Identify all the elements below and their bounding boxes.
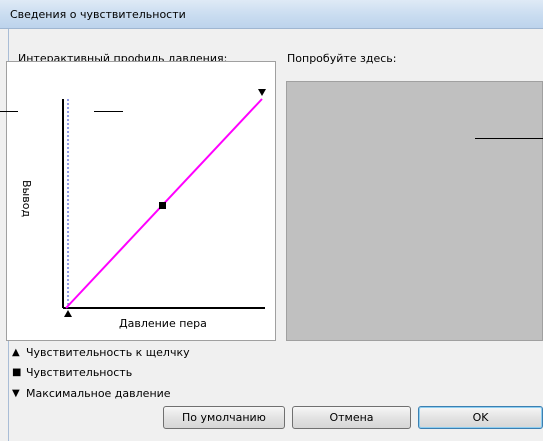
title-bar: Сведения о чувствительности: [0, 0, 543, 29]
pressure-curve-svg: [62, 89, 266, 317]
cancel-button[interactable]: Отмена: [292, 406, 411, 429]
legend-sensitivity: ■ Чувствительность: [12, 365, 132, 379]
window-title: Сведения о чувствительности: [10, 8, 186, 21]
x-axis-label: Давление пера: [119, 317, 207, 330]
default-button[interactable]: По умолчанию: [163, 406, 285, 429]
left-edge-stroke: [0, 111, 18, 112]
max-pressure-handle[interactable]: [258, 89, 266, 96]
try-area-stroke: [475, 138, 543, 139]
sensitivity-dialog: Сведения о чувствительности Интерактивны…: [0, 0, 543, 441]
legend-label: Чувствительность: [26, 365, 133, 379]
legend-label: Максимальное давление: [26, 386, 171, 400]
legend-click-sensitivity: ▲ Чувствительность к щелчку: [12, 345, 190, 359]
pressure-profile-graph[interactable]: Вывод Давление пера: [6, 61, 276, 341]
triangle-up-icon: ▲: [12, 346, 20, 358]
sensitivity-handle[interactable]: [159, 202, 166, 209]
legend-max-pressure: ▼ Максимальное давление: [12, 386, 171, 400]
graph-stroke: [94, 111, 123, 112]
y-axis-label: Вывод: [20, 180, 33, 218]
legend-label: Чувствительность к щелчку: [26, 345, 190, 359]
ok-button[interactable]: OK: [418, 406, 543, 429]
square-icon: ■: [12, 366, 22, 378]
triangle-down-icon: ▼: [12, 387, 20, 399]
try-here-label: Попробуйте здесь:: [287, 52, 397, 65]
try-here-area[interactable]: [286, 81, 543, 341]
click-sensitivity-handle[interactable]: [64, 310, 72, 317]
